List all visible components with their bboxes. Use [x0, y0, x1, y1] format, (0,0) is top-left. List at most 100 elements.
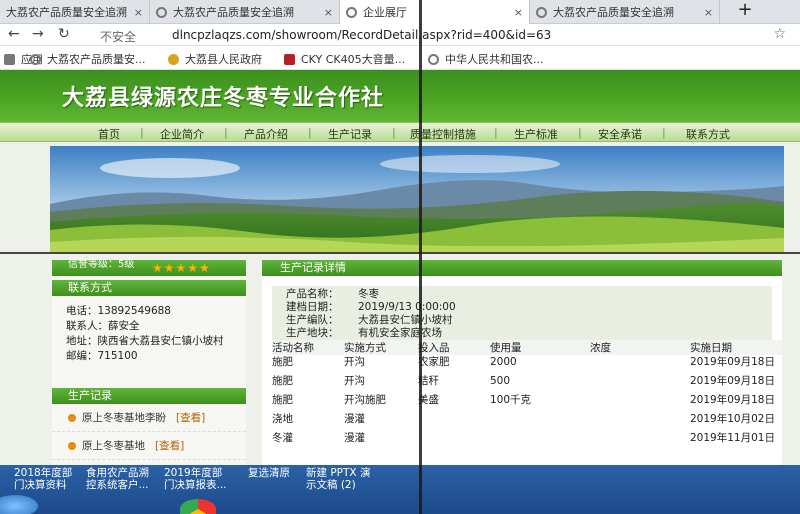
- back-icon[interactable]: ←: [8, 26, 20, 42]
- table-cell: [590, 374, 690, 393]
- desktop-item[interactable]: 复选清原: [248, 467, 290, 479]
- bookmark-label: CKY CK405大音量...: [301, 53, 406, 66]
- table-cell: 施肥: [272, 375, 293, 387]
- tab-title: 大荔农产品质量安全追溯: [553, 6, 674, 19]
- star-rating-icon: ★★★★★: [152, 261, 211, 275]
- tab-2[interactable]: 大荔农产品质量安全追溯 ×: [150, 0, 340, 24]
- table-cell: [590, 431, 690, 450]
- table-cell: [590, 412, 690, 431]
- address-bar: ← → ↻ 不安全 dlncpzlaqzs.com/showroom/Recor…: [0, 24, 800, 46]
- table-cell: [418, 412, 490, 431]
- bookmark-label: 中华人民共和国农...: [445, 53, 544, 66]
- landscape-banner: [50, 146, 784, 252]
- tab-4[interactable]: 大荔农产品质量安全追溯 ×: [530, 0, 720, 24]
- info-row: 产品名称： 冬枣: [286, 288, 772, 301]
- nav-item-standards[interactable]: 生产标准: [514, 126, 558, 142]
- view-link[interactable]: [查看]: [155, 438, 184, 453]
- list-item: 原上冬枣基地 [查看]: [52, 432, 246, 460]
- records-title: 生产记录: [52, 388, 246, 404]
- record-link[interactable]: 原上冬枣基地李盼: [82, 410, 166, 425]
- info-value: 有机安全家庭农场: [358, 327, 442, 339]
- chrome-icon[interactable]: [180, 499, 216, 514]
- bookmark-label: 大荔农产品质量安...: [47, 53, 146, 66]
- close-icon[interactable]: ×: [704, 6, 713, 19]
- table-cell: 2019年09月18日: [690, 375, 775, 387]
- desktop-item[interactable]: 新建 PPTX 演示文稿 (2): [306, 467, 370, 491]
- detail-title: 生产记录详情: [262, 260, 782, 276]
- table-cell: [418, 431, 490, 450]
- star-icon[interactable]: ☆: [773, 26, 786, 42]
- view-link[interactable]: [查看]: [176, 410, 205, 425]
- close-icon[interactable]: ×: [514, 6, 523, 19]
- bookmark-item[interactable]: 大荔农产品质量安...: [30, 51, 146, 67]
- table-cell: 漫灌: [344, 413, 365, 425]
- bookmark-label: 大荔县人民政府: [185, 53, 262, 66]
- tab-title: 企业展厅: [363, 6, 407, 19]
- table-cell: 开沟: [344, 356, 365, 368]
- desktop-item[interactable]: 2019年度部 门决算报表...: [164, 467, 227, 491]
- table-row: 施肥 开沟 农家肥 2000 2019年09月18日: [272, 355, 782, 374]
- nav-item-products[interactable]: 产品介绍: [244, 126, 288, 142]
- t-logo-icon: [284, 53, 295, 65]
- site-header: 大荔县绿源农庄冬枣专业合作社: [0, 70, 800, 122]
- nav-item-commitment[interactable]: 安全承诺: [598, 126, 642, 142]
- security-label[interactable]: 不安全: [100, 28, 136, 45]
- column-header: 使用量: [490, 340, 590, 355]
- desktop-item-label: 复选清原: [248, 467, 290, 479]
- table-cell: 农家肥: [418, 356, 450, 368]
- monitor-bezel: [0, 252, 800, 254]
- table-cell: 浇地: [272, 413, 293, 425]
- bookmark-item[interactable]: 中华人民共和国农...: [428, 51, 544, 67]
- url-input[interactable]: dlncpzlaqzs.com/showroom/RecordDetail.as…: [172, 28, 551, 42]
- table-cell: 美盛: [418, 394, 439, 406]
- column-header: 活动名称: [272, 340, 344, 355]
- nav-item-about[interactable]: 企业简介: [160, 126, 204, 142]
- tab-1[interactable]: 大荔农产品质量安全追溯 ×: [0, 0, 150, 24]
- bookmarks-bar: 应用 大荔农产品质量安... 大荔县人民政府 CKY CK405大音量... 中…: [0, 46, 800, 70]
- table-cell: 秸秆: [418, 375, 439, 387]
- table-cell: 2000: [490, 356, 517, 368]
- monitor-bezel: [419, 0, 422, 514]
- globe-icon: [428, 53, 439, 65]
- close-icon[interactable]: ×: [324, 6, 333, 19]
- table-row: 施肥 开沟 秸秆 500 2019年09月18日: [272, 374, 782, 393]
- nav-item-records[interactable]: 生产记录: [328, 126, 372, 142]
- record-link[interactable]: 原上冬枣基地: [82, 438, 145, 453]
- rating-label: 信誉等级：5级: [68, 259, 135, 270]
- forward-icon[interactable]: →: [32, 26, 44, 42]
- nav-item-home[interactable]: 首页: [98, 126, 120, 142]
- list-item: 原上冬枣基地李盼 [查看]: [52, 404, 246, 432]
- table-cell: 2019年09月18日: [690, 394, 775, 406]
- table-row: 冬灌 漫灌 2019年11月01日: [272, 431, 782, 450]
- bookmark-item[interactable]: 大荔县人民政府: [168, 51, 262, 67]
- table-cell: 500: [490, 375, 511, 387]
- table-row: 施肥 开沟施肥 美盛 100千克 2019年09月18日: [272, 393, 782, 412]
- desktop-item[interactable]: 2018年度部 门决算资料: [14, 467, 72, 491]
- column-header: 实施方式: [344, 340, 418, 355]
- table-header-row: 活动名称 实施方式 投入品 使用量 浓度 实施日期: [272, 340, 782, 355]
- site-nav: 首页 | 企业简介 | 产品介绍 | 生产记录 | 质量控制措施 | 生产标准 …: [0, 122, 800, 142]
- records-panel: 生产记录 原上冬枣基地李盼 [查看] 原上冬枣基地 [查看]: [52, 388, 246, 460]
- sidebar: 信誉等级：5级 ★★★★★ 联系方式 电话：13892549688 联系人：薛安…: [52, 260, 246, 465]
- bullet-icon: [68, 413, 76, 422]
- table-cell: [490, 412, 590, 431]
- tab-3[interactable]: 企业展厅 ×: [340, 0, 530, 24]
- start-button-icon[interactable]: [0, 495, 38, 514]
- table-cell: 施肥: [272, 394, 293, 406]
- column-header: 投入品: [418, 340, 490, 355]
- info-value: 2019/9/13 0:00:00: [358, 301, 456, 313]
- info-value: 大荔县安仁镇小坡村: [358, 314, 453, 326]
- contact-person: 联系人：薛安全: [66, 320, 140, 332]
- nav-item-contact[interactable]: 联系方式: [686, 126, 730, 142]
- contact-title: 联系方式: [52, 280, 246, 296]
- table-cell: 2019年11月01日: [690, 432, 775, 444]
- desktop-item[interactable]: 食用农产品溯 控系统客户...: [86, 467, 149, 491]
- new-tab-button[interactable]: +: [730, 0, 760, 22]
- close-icon[interactable]: ×: [134, 6, 143, 19]
- table-cell: 漫灌: [344, 432, 365, 444]
- table-cell: 100千克: [490, 394, 532, 406]
- globe-icon: [346, 6, 357, 18]
- bookmark-item[interactable]: CKY CK405大音量...: [284, 51, 405, 67]
- reload-icon[interactable]: ↻: [58, 26, 70, 42]
- desktop-item-label: 2018年度部: [14, 467, 73, 479]
